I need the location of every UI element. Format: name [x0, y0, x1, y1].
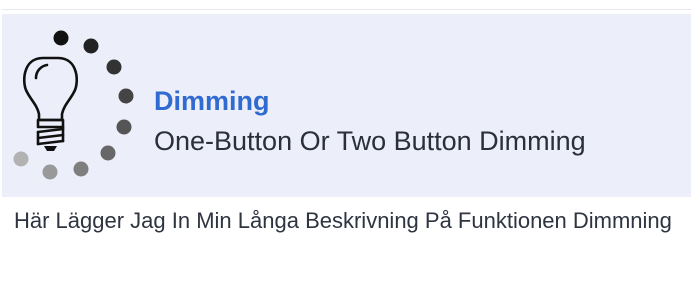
dimmer-bulb-icon: [13, 30, 134, 180]
dim-dot-5: [116, 119, 132, 135]
feature-subtitle: One-Button Or Two Button Dimming: [154, 126, 586, 156]
bulb-glass: [23, 56, 78, 122]
feature-description: Här Lägger Jag In Min Långa Beskrivning …: [14, 208, 672, 233]
bulb-base: [36, 118, 65, 129]
dim-dot-9: [13, 151, 29, 167]
feature-banner: Dimming One-Button Or Two Button Dimming: [2, 14, 691, 197]
feature-card: Dimming One-Button Or Two Button Dimming…: [0, 0, 693, 284]
dim-dot-8: [42, 164, 58, 180]
feature-title: Dimming: [154, 86, 270, 116]
dim-dot-3: [106, 59, 122, 75]
dim-dot-1: [53, 30, 69, 46]
dim-dot-6: [100, 145, 116, 161]
bulb-reflection: [34, 63, 49, 80]
bulb-tip: [44, 146, 57, 151]
dim-dot-7: [73, 161, 89, 177]
top-divider: [2, 9, 691, 10]
dim-dot-2: [83, 38, 99, 54]
dim-dot-4: [118, 88, 134, 104]
